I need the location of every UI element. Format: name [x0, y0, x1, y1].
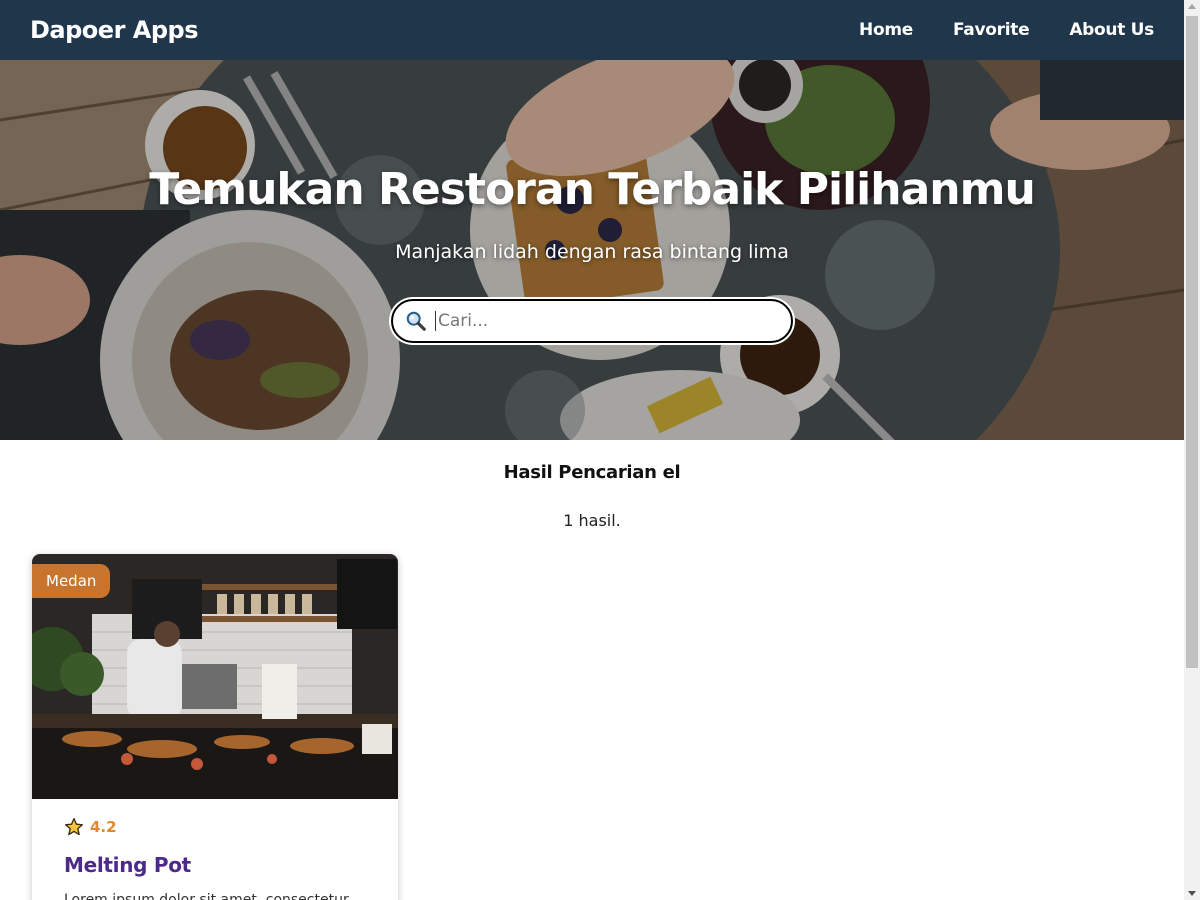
- scroll-down-arrow-icon[interactable]: [1188, 891, 1196, 896]
- results-count: 1 hasil.: [563, 511, 621, 530]
- restaurant-description: Lorem ipsum dolor sit amet, consectetur: [64, 892, 349, 900]
- nav-about-us[interactable]: About Us: [1029, 20, 1154, 40]
- hero-content: Temukan Restoran Terbaik Pilihanmu Manja…: [0, 60, 1184, 440]
- results-heading: Hasil Pencarian el: [503, 462, 681, 483]
- hero-subtitle: Manjakan lidah dengan rasa bintang lima: [395, 241, 789, 263]
- city-badge: Medan: [32, 564, 111, 598]
- star-icon: [65, 818, 84, 836]
- card-body: 4.2 Melting Pot Lorem ipsum dolor sit am…: [64, 817, 378, 900]
- nav-favorite[interactable]: Favorite: [913, 20, 1030, 40]
- restaurant-card[interactable]: Medan 4.2 Melting Pot Lorem ipsum dolor …: [32, 554, 398, 900]
- search-icon: [406, 311, 426, 331]
- search-input[interactable]: [435, 311, 779, 331]
- nav-home[interactable]: Home: [819, 20, 913, 40]
- rating-value: 4.2: [90, 818, 117, 836]
- app-header: Dapoer Apps Home Favorite About Us: [0, 0, 1184, 60]
- brand-logo[interactable]: Dapoer Apps: [30, 16, 198, 44]
- hero-section: Temukan Restoran Terbaik Pilihanmu Manja…: [0, 60, 1184, 440]
- page-scrollbar[interactable]: [1184, 0, 1200, 900]
- scroll-thumb[interactable]: [1186, 16, 1198, 668]
- restaurant-name[interactable]: Melting Pot: [64, 853, 378, 877]
- hero-title: Temukan Restoran Terbaik Pilihanmu: [149, 164, 1036, 215]
- main-nav: Home Favorite About Us: [819, 20, 1154, 40]
- search-bar[interactable]: [391, 299, 793, 343]
- scroll-up-arrow-icon[interactable]: [1188, 4, 1196, 9]
- rating: 4.2: [64, 817, 378, 837]
